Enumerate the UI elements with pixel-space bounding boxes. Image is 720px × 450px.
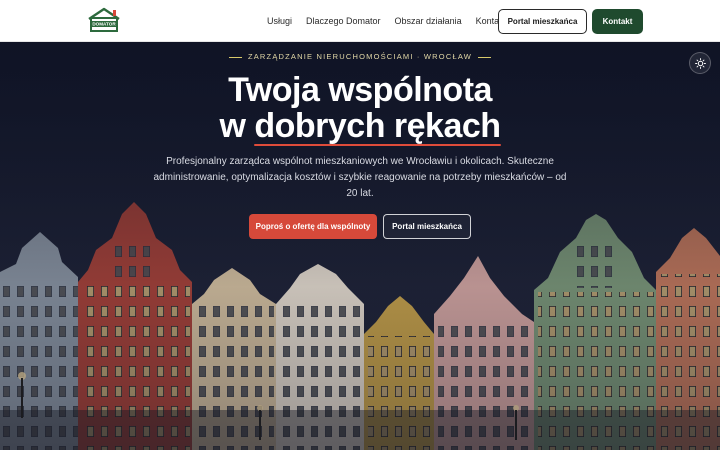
hero-title-prefix: w: [219, 107, 255, 145]
hero-eyebrow-text: ZARZĄDZANIE NIERUCHOMOŚCIAMI · WROCŁAW: [247, 52, 473, 61]
nav-link-dlaczego-domator[interactable]: Dlaczego Domator: [306, 16, 381, 26]
domator-logo[interactable]: DOMATOR: [86, 7, 122, 33]
sun-icon: [694, 57, 706, 69]
site-header: DOMATOR Usługi Dlaczego Domator Obszar d…: [0, 0, 720, 42]
eyebrow-divider-left: [228, 56, 242, 58]
hero-title: Twoja wspólnota w dobrych rękach: [0, 71, 720, 146]
hero-title-highlight: dobrych rękach: [254, 107, 501, 146]
request-offer-button[interactable]: Poproś o ofertę dla wspólnoty: [249, 214, 377, 239]
svg-text:DOMATOR: DOMATOR: [92, 22, 116, 27]
theme-toggle-button[interactable]: [689, 52, 711, 74]
nav-link-uslugi[interactable]: Usługi: [267, 16, 292, 26]
eyebrow-divider-right: [478, 56, 492, 58]
main-nav: Usługi Dlaczego Domator Obszar działania…: [267, 0, 520, 42]
nav-link-obszar-dzialania[interactable]: Obszar działania: [395, 16, 462, 26]
hero-portal-button[interactable]: Portal mieszkańca: [383, 214, 471, 239]
header-contact-button[interactable]: Kontakt: [592, 9, 643, 34]
hero-description: Profesjonalny zarządca wspólnot mieszkan…: [153, 156, 567, 199]
hero-eyebrow: ZARZĄDZANIE NIERUCHOMOŚCIAMI · WROCŁAW: [0, 52, 720, 61]
hero-title-line1: Twoja wspólnota: [228, 71, 492, 109]
header-portal-button[interactable]: Portal mieszkańca: [498, 9, 587, 34]
